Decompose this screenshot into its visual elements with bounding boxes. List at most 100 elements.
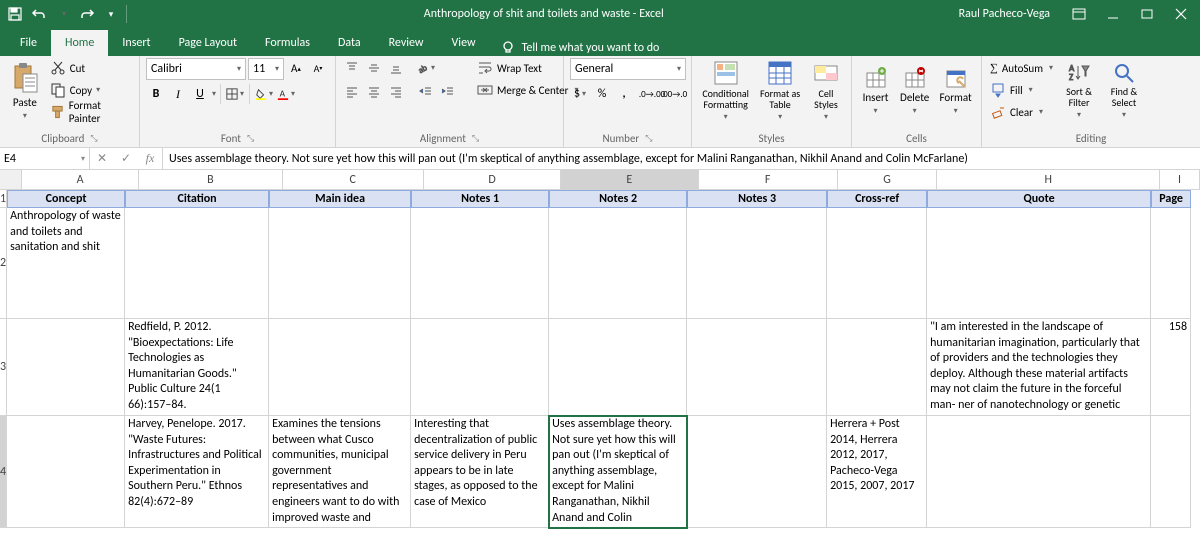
header-cell-quote[interactable]: Quote [927, 190, 1151, 208]
increase-decimal-icon[interactable]: .0→.00 [642, 84, 662, 104]
col-header-F[interactable]: F [699, 170, 838, 190]
maximize-icon[interactable] [1132, 3, 1162, 25]
row-header-3[interactable]: 3 [0, 319, 7, 416]
font-size-combo[interactable]: 11▾ [248, 58, 284, 80]
tell-me-search[interactable]: Tell me what you want to do [490, 40, 670, 56]
formula-input[interactable]: Uses assemblage theory. Not sure yet how… [163, 148, 1200, 169]
percent-format-icon[interactable]: % [592, 84, 612, 104]
col-header-G[interactable]: G [838, 170, 938, 190]
tab-formulas[interactable]: Formulas [251, 30, 324, 56]
cell-F2[interactable] [687, 208, 827, 319]
insert-function-icon[interactable]: fx [138, 148, 162, 170]
row-header-1[interactable]: 1 [0, 190, 7, 208]
cell-I2[interactable] [1151, 208, 1191, 319]
align-middle-icon[interactable] [364, 58, 384, 78]
tab-view[interactable]: View [438, 30, 490, 56]
find-select-button[interactable]: Find & Select▾ [1103, 58, 1145, 124]
increase-font-icon[interactable]: A▴ [286, 58, 306, 78]
undo-icon[interactable] [28, 3, 50, 25]
header-cell-cross-ref[interactable]: Cross-ref [827, 190, 927, 208]
cell-styles-button[interactable]: Cell Styles▾ [807, 58, 845, 124]
close-icon[interactable] [1166, 3, 1196, 25]
tab-review[interactable]: Review [375, 30, 438, 56]
col-header-H[interactable]: H [937, 170, 1160, 190]
cancel-formula-icon[interactable]: ✕ [90, 148, 114, 170]
tab-file[interactable]: File [6, 30, 51, 56]
save-icon[interactable] [4, 3, 26, 25]
delete-cells-button[interactable]: Delete▾ [897, 58, 932, 124]
cell-A2[interactable]: Anthropology of waste and toilets and sa… [7, 208, 125, 319]
number-format-combo[interactable]: General▾ [570, 58, 686, 80]
bold-button[interactable]: B [146, 84, 166, 104]
name-box[interactable]: E4▾ [0, 148, 90, 169]
cell-B3[interactable]: Redfield, P. 2012. "Bioexpectations: Lif… [125, 319, 269, 416]
border-button[interactable] [225, 84, 245, 104]
increase-indent-icon[interactable] [438, 82, 458, 102]
align-bottom-icon[interactable] [386, 58, 406, 78]
decrease-decimal-icon[interactable]: .00→.0 [664, 84, 684, 104]
minimize-icon[interactable] [1098, 3, 1128, 25]
paste-button[interactable]: Paste ▾ [6, 58, 44, 124]
font-expand-icon[interactable]: ⤡ [247, 133, 254, 144]
cell-E3[interactable] [549, 319, 687, 416]
col-header-B[interactable]: B [139, 170, 282, 190]
cell-A4[interactable] [7, 416, 125, 528]
format-cells-button[interactable]: Format▾ [936, 58, 975, 124]
cell-H2[interactable] [927, 208, 1151, 319]
tab-insert[interactable]: Insert [108, 30, 164, 56]
align-center-icon[interactable] [364, 82, 384, 102]
font-name-combo[interactable]: Calibri▾ [146, 58, 246, 80]
clear-button[interactable]: Clear [988, 102, 1055, 122]
underline-button[interactable]: U [190, 84, 210, 104]
header-cell-notes 3[interactable]: Notes 3 [687, 190, 827, 208]
tab-page-layout[interactable]: Page Layout [165, 30, 251, 56]
cut-button[interactable]: Cut [48, 58, 133, 78]
cell-H3[interactable]: "I am interested in the landscape of hum… [927, 319, 1151, 416]
italic-button[interactable]: I [168, 84, 188, 104]
cell-A3[interactable] [7, 319, 125, 416]
conditional-formatting-button[interactable]: Conditional Formatting▾ [698, 58, 753, 124]
cell-H4[interactable] [927, 416, 1151, 528]
align-top-icon[interactable] [342, 58, 362, 78]
tab-data[interactable]: Data [324, 30, 375, 56]
header-cell-notes 1[interactable]: Notes 1 [411, 190, 549, 208]
accounting-format-icon[interactable]: $ [570, 84, 590, 104]
cell-B4[interactable]: Harvey, Penelope. 2017. "Waste Futures: … [125, 416, 269, 528]
cell-C4[interactable]: Examines the tensions between what Cusco… [269, 416, 411, 528]
cell-D4[interactable]: Interesting that decentralization of pub… [411, 416, 549, 528]
cell-F4[interactable] [687, 416, 827, 528]
col-header-A[interactable]: A [22, 170, 139, 190]
row-header-4[interactable]: 4 [0, 416, 7, 528]
number-expand-icon[interactable]: ⤡ [645, 133, 652, 144]
orientation-icon[interactable]: ab [416, 58, 436, 78]
enter-formula-icon[interactable]: ✓ [114, 148, 138, 170]
cell-C2[interactable] [269, 208, 411, 319]
font-color-button[interactable]: A [276, 84, 296, 104]
cell-C3[interactable] [269, 319, 411, 416]
cell-E2[interactable] [549, 208, 687, 319]
header-cell-notes 2[interactable]: Notes 2 [549, 190, 687, 208]
clipboard-expand-icon[interactable]: ⤡ [90, 133, 97, 144]
col-header-I[interactable]: I [1160, 170, 1200, 190]
cell-D2[interactable] [411, 208, 549, 319]
cell-G4[interactable]: Herrera + Post 2014, Herrera 2012, 2017,… [827, 416, 927, 528]
cell-G2[interactable] [827, 208, 927, 319]
cell-B2[interactable] [125, 208, 269, 319]
sort-filter-button[interactable]: AZSort & Filter▾ [1059, 58, 1099, 124]
decrease-indent-icon[interactable] [416, 82, 436, 102]
cell-I4[interactable] [1151, 416, 1191, 528]
qat-customize-icon[interactable]: ▾ [100, 3, 122, 25]
fill-button[interactable]: Fill [988, 80, 1055, 100]
undo-dropdown-icon[interactable] [52, 3, 74, 25]
col-header-E[interactable]: E [561, 170, 698, 190]
autosum-button[interactable]: ∑AutoSum [988, 58, 1055, 78]
alignment-expand-icon[interactable]: ⤡ [472, 133, 479, 144]
copy-button[interactable]: Copy ▾ [48, 80, 133, 100]
cell-F3[interactable] [687, 319, 827, 416]
comma-format-icon[interactable]: , [614, 84, 634, 104]
cell-I3[interactable]: 158 [1151, 319, 1191, 416]
row-header-2[interactable]: 2 [0, 208, 7, 319]
header-cell-concept[interactable]: Concept [7, 190, 125, 208]
header-cell-main idea[interactable]: Main idea [269, 190, 411, 208]
cell-G3[interactable] [827, 319, 927, 416]
